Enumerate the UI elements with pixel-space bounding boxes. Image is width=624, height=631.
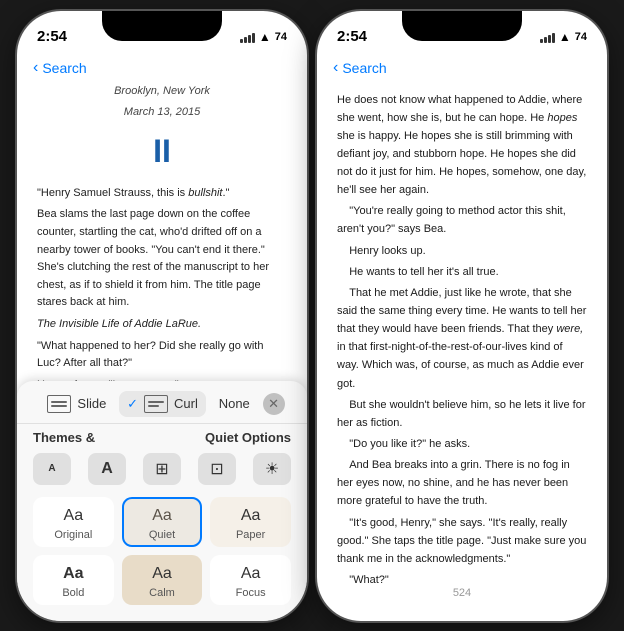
chapter-number: II bbox=[37, 126, 287, 177]
phones-container: 2:54 ▲ 74 ‹ Search Brooklyn, New York Ma… bbox=[17, 11, 607, 621]
nav-bar-left[interactable]: ‹ Search bbox=[17, 55, 307, 83]
curl-icon bbox=[144, 395, 168, 413]
time-left: 2:54 bbox=[37, 28, 67, 45]
themes-header: Themes & Quiet Options bbox=[17, 424, 307, 449]
close-button[interactable]: ✕ bbox=[263, 393, 285, 415]
close-icon: ✕ bbox=[268, 396, 279, 412]
slide-icon bbox=[47, 395, 71, 413]
signal-icon-right bbox=[540, 31, 555, 43]
signal-icon bbox=[240, 31, 255, 43]
theme-bold-label: Bold bbox=[62, 587, 84, 599]
font-icon: ⊞ bbox=[155, 459, 168, 479]
status-icons-right: ▲ 74 bbox=[540, 30, 587, 44]
battery-label-right: 74 bbox=[575, 31, 587, 43]
right-phone: 2:54 ▲ 74 ‹ Search He does not know what… bbox=[317, 11, 607, 621]
layout-icon: ⊡ bbox=[210, 459, 223, 479]
reading-content: He does not know what happened to Addie,… bbox=[317, 83, 607, 583]
wifi-icon-right: ▲ bbox=[559, 30, 571, 44]
book-location: Brooklyn, New York bbox=[37, 83, 287, 101]
slide-label: Slide bbox=[77, 396, 106, 411]
font-large-button[interactable]: A bbox=[88, 453, 126, 485]
theme-paper-label: Paper bbox=[236, 529, 265, 541]
back-arrow-right: ‹ bbox=[333, 59, 338, 77]
theme-focus-label: Focus bbox=[236, 587, 266, 599]
themes-title: Themes & bbox=[33, 430, 95, 445]
theme-original-label: Original bbox=[54, 529, 92, 541]
curl-label: Curl bbox=[174, 396, 198, 411]
wifi-icon: ▲ bbox=[259, 30, 271, 44]
scroll-curl[interactable]: ✓ Curl bbox=[119, 391, 206, 417]
theme-quiet-label: Quiet bbox=[149, 529, 175, 541]
status-icons-left: ▲ 74 bbox=[240, 30, 287, 44]
themes-grid: Aa Original Aa Quiet Aa Paper Aa Bold Aa bbox=[17, 493, 307, 621]
checkmark-icon: ✓ bbox=[127, 396, 138, 412]
theme-original-preview: Aa bbox=[64, 507, 84, 525]
theme-bold[interactable]: Aa Bold bbox=[33, 555, 114, 605]
book-content-left: Brooklyn, New York March 13, 2015 II "He… bbox=[17, 83, 307, 413]
time-right: 2:54 bbox=[337, 28, 367, 45]
scroll-options: Slide ✓ Curl None ✕ bbox=[17, 381, 307, 424]
bottom-panel: Slide ✓ Curl None ✕ bbox=[17, 381, 307, 621]
brightness-button[interactable]: ☀ bbox=[253, 453, 291, 485]
page-number: 524 bbox=[317, 583, 607, 603]
book-text: "Henry Samuel Strauss, this is bullshit.… bbox=[37, 185, 287, 413]
theme-calm-preview: Aa bbox=[152, 565, 172, 583]
scroll-none[interactable]: None bbox=[211, 392, 258, 415]
theme-original[interactable]: Aa Original bbox=[33, 497, 114, 547]
theme-calm[interactable]: Aa Calm bbox=[122, 555, 203, 605]
back-arrow-left: ‹ bbox=[33, 59, 38, 77]
notch-right bbox=[402, 11, 522, 41]
nav-back-label-right: Search bbox=[342, 60, 386, 76]
theme-focus-preview: Aa bbox=[241, 565, 261, 583]
notch-left bbox=[102, 11, 222, 41]
font-small-button[interactable]: A bbox=[33, 453, 71, 485]
scroll-slide[interactable]: Slide bbox=[39, 391, 114, 417]
theme-paper-preview: Aa bbox=[241, 507, 261, 525]
theme-paper[interactable]: Aa Paper bbox=[210, 497, 291, 547]
none-label: None bbox=[219, 396, 250, 411]
theme-focus[interactable]: Aa Focus bbox=[210, 555, 291, 605]
layout-button[interactable]: ⊡ bbox=[198, 453, 236, 485]
font-controls: A A ⊞ ⊡ ☀ bbox=[17, 449, 307, 493]
theme-quiet[interactable]: Aa Quiet bbox=[122, 497, 203, 547]
nav-bar-right[interactable]: ‹ Search bbox=[317, 55, 607, 83]
nav-back-label-left: Search bbox=[42, 60, 86, 76]
battery-label: 74 bbox=[275, 31, 287, 43]
book-date: March 13, 2015 bbox=[37, 104, 287, 122]
brightness-icon: ☀ bbox=[265, 459, 279, 479]
theme-calm-label: Calm bbox=[149, 587, 175, 599]
left-phone: 2:54 ▲ 74 ‹ Search Brooklyn, New York Ma… bbox=[17, 11, 307, 621]
theme-bold-preview: Aa bbox=[63, 565, 83, 583]
themes-subtitle: Quiet Options bbox=[205, 430, 291, 445]
font-family-button[interactable]: ⊞ bbox=[143, 453, 181, 485]
theme-quiet-preview: Aa bbox=[152, 507, 172, 525]
